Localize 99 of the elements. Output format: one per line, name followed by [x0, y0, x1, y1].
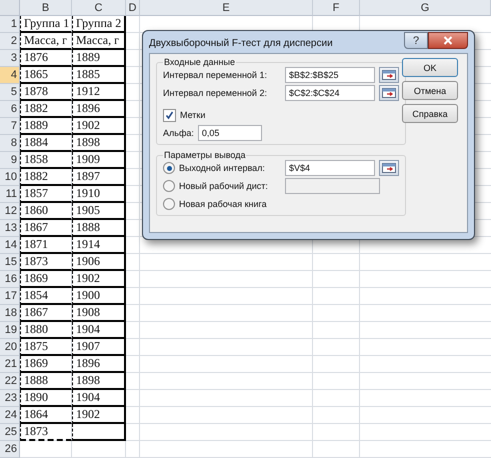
dialog-button[interactable]: Справка — [402, 104, 458, 123]
table-cell: 1884 — [20, 135, 72, 152]
input-field[interactable]: $C$2:$C$24 — [285, 85, 375, 101]
row-header[interactable]: 13 — [0, 220, 20, 237]
table-cell: Масса, г — [20, 33, 72, 50]
table-cell: 1888 — [20, 373, 72, 390]
table-cell: 1880 — [20, 322, 72, 339]
group-title: Входные данные — [163, 57, 236, 67]
table-cell: 1910 — [72, 186, 126, 203]
row-header[interactable]: 19 — [0, 322, 20, 339]
row-header[interactable]: 20 — [0, 339, 20, 356]
column-header[interactable]: B — [20, 0, 72, 16]
row-header[interactable]: 15 — [0, 254, 20, 271]
row-header[interactable]: 24 — [0, 407, 20, 424]
table-cell: 1864 — [20, 407, 72, 424]
table-cell: Группа 1 — [20, 16, 72, 33]
table-cell: 1896 — [72, 356, 126, 373]
group-title: Параметры вывода — [163, 150, 246, 160]
row-header[interactable]: 22 — [0, 373, 20, 390]
row-header[interactable]: 26 — [0, 441, 20, 458]
column-header[interactable]: C — [72, 0, 126, 16]
checkbox-label: Метки — [180, 110, 206, 120]
column-header[interactable]: D — [126, 0, 140, 16]
table-cell: 1904 — [72, 322, 126, 339]
row-header[interactable]: 2 — [0, 33, 20, 50]
table-cell: 1867 — [20, 305, 72, 322]
input-field[interactable]: 0,05 — [198, 125, 262, 141]
table-cell: 1905 — [72, 203, 126, 220]
table-cell: 1867 — [20, 220, 72, 237]
table-cell: 1873 — [20, 254, 72, 271]
row-header[interactable]: 3 — [0, 50, 20, 67]
input-field[interactable]: $B$2:$B$25 — [285, 67, 375, 83]
table-cell: 1876 — [20, 50, 72, 67]
table-cell: 1885 — [72, 67, 126, 84]
table-cell: 1854 — [20, 288, 72, 305]
dialog-button[interactable]: Отмена — [402, 81, 458, 100]
row-header[interactable]: 6 — [0, 101, 20, 118]
table-cell: 1890 — [20, 390, 72, 407]
column-header[interactable]: E — [140, 0, 313, 16]
table-cell: 1875 — [20, 339, 72, 356]
row-header[interactable]: 1 — [0, 16, 20, 33]
table-cell: 1869 — [20, 356, 72, 373]
row-header[interactable]: 5 — [0, 84, 20, 101]
table-cell: 1908 — [72, 305, 126, 322]
table-cell: 1906 — [72, 254, 126, 271]
row-header[interactable]: 7 — [0, 118, 20, 135]
table-cell: 1878 — [20, 84, 72, 101]
table-cell: 1898 — [72, 135, 126, 152]
field-label: Интервал переменной 2: — [163, 88, 268, 98]
radio-label: Выходной интервал: — [179, 163, 266, 173]
table-cell: 1889 — [72, 50, 126, 67]
table-cell: 1873 — [20, 424, 72, 441]
table-cell: 1869 — [20, 271, 72, 288]
row-header[interactable]: 10 — [0, 169, 20, 186]
radio-label: Новая рабочая книга — [179, 199, 268, 209]
row-header[interactable]: 23 — [0, 390, 20, 407]
table-cell: 1912 — [72, 84, 126, 101]
table-cell: 1857 — [20, 186, 72, 203]
table-cell: 1898 — [72, 373, 126, 390]
radio-label: Новый рабочий дист: — [179, 181, 269, 191]
table-cell: 1858 — [20, 152, 72, 169]
dialog-title: Двухвыборочный F-тест для дисперсии — [149, 37, 334, 49]
row-header[interactable]: 12 — [0, 203, 20, 220]
field-label: Альфа: — [163, 128, 194, 138]
table-cell: 1882 — [20, 169, 72, 186]
row-header[interactable]: 14 — [0, 237, 20, 254]
row-header[interactable]: 17 — [0, 288, 20, 305]
table-cell: 1914 — [72, 237, 126, 254]
table-cell: 1897 — [72, 169, 126, 186]
column-header[interactable]: G — [360, 0, 491, 16]
table-cell: 1902 — [72, 271, 126, 288]
field-label: Интервал переменной 1: — [163, 70, 268, 80]
row-header[interactable]: 11 — [0, 186, 20, 203]
dialog-button[interactable]: OK — [402, 58, 458, 77]
table-cell: 1889 — [20, 118, 72, 135]
table-cell: 1904 — [72, 390, 126, 407]
table-cell: 1902 — [72, 407, 126, 424]
table-cell: 1865 — [20, 67, 72, 84]
table-cell: 1902 — [72, 118, 126, 135]
table-cell: 1882 — [20, 101, 72, 118]
help-button[interactable]: ? — [404, 32, 428, 49]
table-cell: Масса, г — [72, 33, 126, 50]
row-header[interactable]: 16 — [0, 271, 20, 288]
table-cell: 1871 — [20, 237, 72, 254]
row-header[interactable]: 9 — [0, 152, 20, 169]
table-cell: Группа 2 — [72, 16, 126, 33]
row-header[interactable]: 18 — [0, 305, 20, 322]
row-header[interactable]: 4 — [0, 67, 20, 84]
column-header[interactable]: F — [313, 0, 360, 16]
table-cell: 1900 — [72, 288, 126, 305]
input-field[interactable]: $V$4 — [285, 160, 375, 176]
table-cell: 1860 — [20, 203, 72, 220]
table-cell: 1909 — [72, 152, 126, 169]
row-header[interactable]: 8 — [0, 135, 20, 152]
table-cell: 1888 — [72, 220, 126, 237]
table-cell: 1896 — [72, 101, 126, 118]
row-header[interactable]: 21 — [0, 356, 20, 373]
table-cell: 1907 — [72, 339, 126, 356]
row-header[interactable]: 25 — [0, 424, 20, 441]
